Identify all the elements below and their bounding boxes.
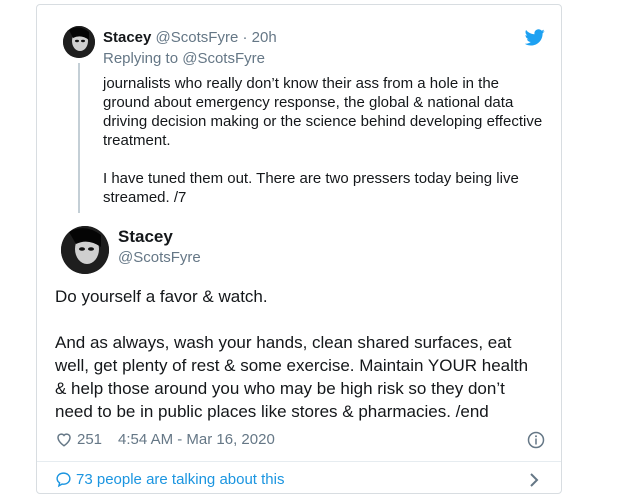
embedded-tweet-card: Stacey @ScotsFyre · 20h Replying to @Sco… — [36, 4, 562, 494]
tweet-stats: 251 4:54 AM - Mar 16, 2020 — [55, 430, 275, 448]
like-count[interactable]: 251 — [77, 431, 102, 448]
twitter-bird-icon[interactable] — [525, 29, 545, 46]
speech-bubble-icon — [56, 472, 71, 488]
replying-to-handle[interactable]: @ScotsFyre — [182, 50, 265, 67]
reply-header: Stacey @ScotsFyre · 20h — [103, 29, 277, 46]
thread-line — [78, 63, 80, 213]
tweet-text: Do yourself a favor & watch. And as alwa… — [55, 287, 529, 421]
author-avatar[interactable] — [61, 226, 109, 274]
author-handle[interactable]: @ScotsFyre — [118, 249, 201, 266]
reply-avatar[interactable] — [63, 26, 95, 58]
tweet-timestamp[interactable]: 4:54 AM - Mar 16, 2020 — [118, 431, 275, 448]
reply-time[interactable]: · 20h — [242, 29, 276, 46]
chevron-right-icon[interactable] — [527, 472, 541, 488]
replying-to-label: Replying to — [103, 50, 183, 67]
author-name[interactable]: Stacey — [118, 227, 173, 247]
info-icon[interactable] — [527, 431, 545, 449]
replying-to-line: Replying to @ScotsFyre — [103, 50, 265, 67]
conversation-link[interactable]: 73 people are talking about this — [55, 471, 284, 488]
heart-icon[interactable] — [55, 430, 73, 448]
reply-author-name[interactable]: Stacey — [103, 29, 151, 46]
footer-divider — [37, 461, 561, 462]
reply-author-handle[interactable]: @ScotsFyre — [156, 29, 239, 46]
conversation-count-label: 73 people are talking about this — [76, 471, 285, 488]
reply-text: journalists who really don’t know their … — [103, 75, 543, 206]
